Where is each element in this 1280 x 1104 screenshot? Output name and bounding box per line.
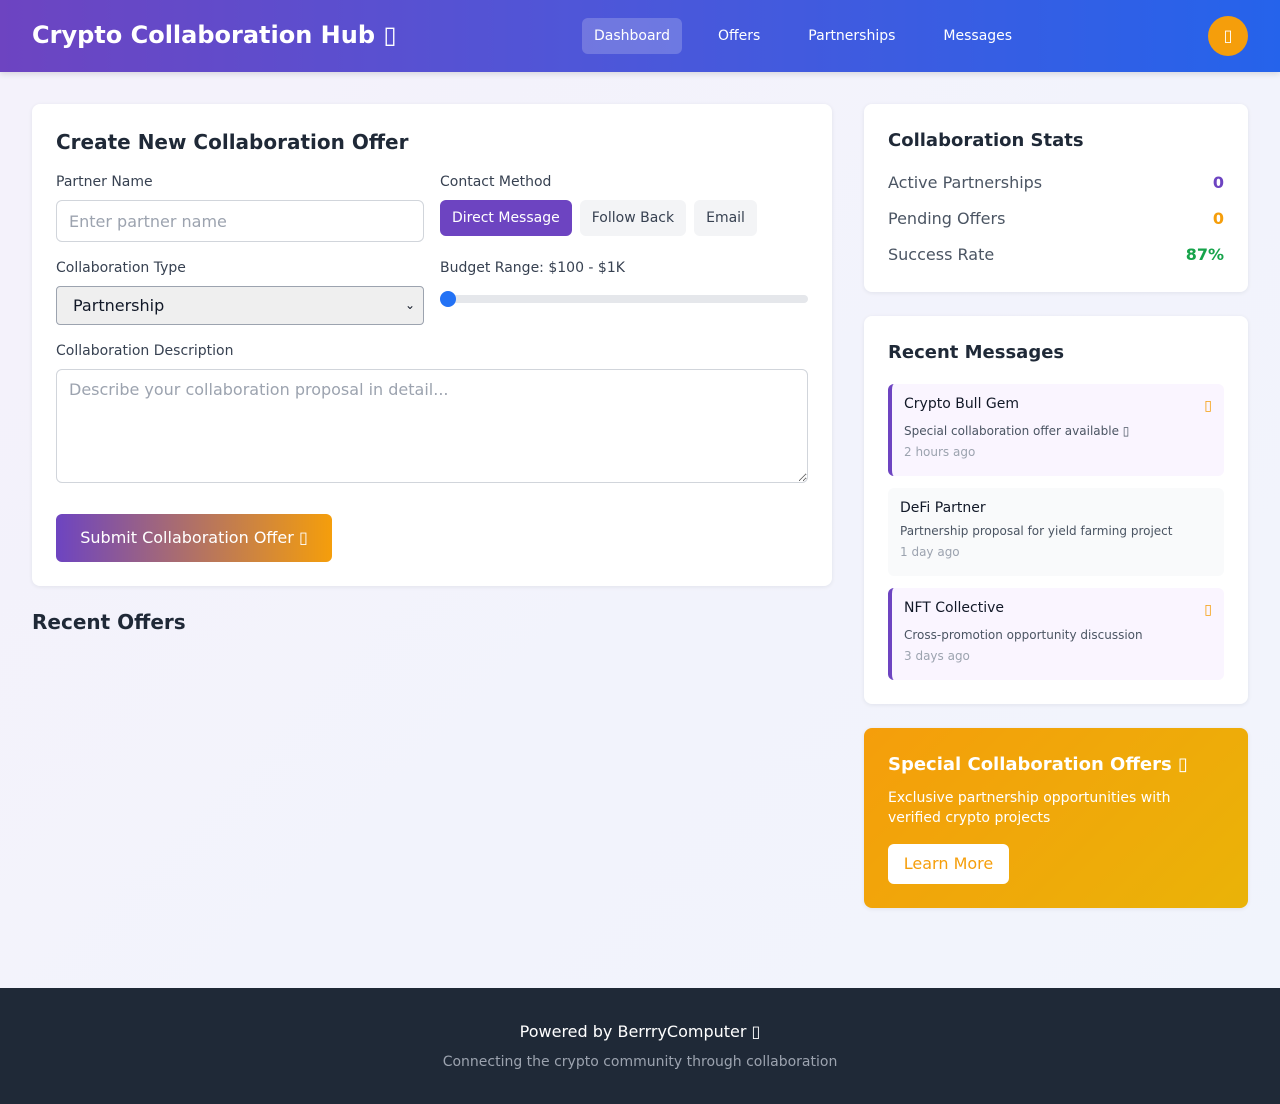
contact-method-group: Direct Message Follow Back Email xyxy=(440,200,757,236)
submit-offer-button[interactable]: Submit Collaboration Offer ▯ xyxy=(56,514,332,562)
budget-slider-thumb[interactable] xyxy=(440,291,456,307)
unread-indicator-icon: ▯ xyxy=(1204,602,1212,618)
special-offers-card: Special Collaboration Offers ▯ Exclusive… xyxy=(864,728,1248,908)
collaboration-type-select[interactable]: Partnership ⌄ xyxy=(56,286,424,325)
message-preview: Special collaboration offer available ▯ xyxy=(904,424,1130,438)
stat-label: Active Partnerships xyxy=(888,173,1043,192)
stat-success-rate: Success Rate 87% xyxy=(888,243,1224,267)
nav-partnerships[interactable]: Partnerships xyxy=(796,18,907,54)
collaboration-type-value: Partnership xyxy=(73,296,165,315)
stat-pending-offers: Pending Offers 0 xyxy=(888,207,1224,231)
contact-method-label: Contact Method xyxy=(440,174,552,190)
budget-range-slider[interactable] xyxy=(440,291,808,307)
message-preview: Cross-promotion opportunity discussion xyxy=(904,628,1143,642)
nav-messages[interactable]: Messages xyxy=(931,18,1024,54)
message-time: 3 days ago xyxy=(904,649,970,663)
partner-name-input[interactable] xyxy=(56,200,424,242)
message-preview: Partnership proposal for yield farming p… xyxy=(900,524,1173,538)
contact-direct-message-button[interactable]: Direct Message xyxy=(440,200,572,236)
message-sender: Crypto Bull Gem xyxy=(904,396,1020,412)
message-item[interactable]: NFT Collective Cross-promotion opportuni… xyxy=(888,588,1224,680)
partner-name-label: Partner Name xyxy=(56,174,153,190)
message-item[interactable]: Crypto Bull Gem Special collaboration of… xyxy=(888,384,1224,476)
message-sender: DeFi Partner xyxy=(900,500,986,516)
promo-text: Exclusive partnership opportunities with… xyxy=(888,790,1171,826)
offer-form-card: Create New Collaboration Offer Partner N… xyxy=(32,104,832,586)
message-time: 1 day ago xyxy=(900,545,960,559)
stat-label: Success Rate xyxy=(888,245,995,264)
message-sender: NFT Collective xyxy=(904,600,1004,616)
stats-title: Collaboration Stats xyxy=(888,130,1084,151)
stat-value: 0 xyxy=(1212,209,1224,228)
recent-offers-title: Recent Offers xyxy=(32,610,186,634)
user-avatar-button[interactable]: ▯ xyxy=(1208,16,1248,56)
top-navbar: Crypto Collaboration Hub ▯ Dashboard Off… xyxy=(0,0,1280,72)
stat-value: 87% xyxy=(1185,245,1224,264)
budget-range-label: Budget Range: $100 - $1K xyxy=(440,260,625,276)
stats-card: Collaboration Stats Active Partnerships … xyxy=(864,104,1248,292)
stat-label: Pending Offers xyxy=(888,209,1006,228)
collaboration-type-label: Collaboration Type xyxy=(56,260,186,276)
footer-powered-by: Powered by BerrryComputer ▯ xyxy=(519,1022,761,1041)
nav-dashboard[interactable]: Dashboard xyxy=(582,18,682,54)
learn-more-button[interactable]: Learn More xyxy=(888,844,1009,884)
description-label: Collaboration Description xyxy=(56,343,234,359)
recent-messages-card: Recent Messages Crypto Bull Gem Special … xyxy=(864,316,1248,704)
promo-title: Special Collaboration Offers ▯ xyxy=(888,754,1188,775)
chevron-down-icon: ⌄ xyxy=(404,298,415,312)
unread-indicator-icon: ▯ xyxy=(1204,398,1212,414)
stat-active-partnerships: Active Partnerships 0 xyxy=(888,171,1224,195)
offer-form-title: Create New Collaboration Offer xyxy=(56,130,409,154)
stat-value: 0 xyxy=(1212,173,1224,192)
messages-title: Recent Messages xyxy=(888,342,1065,363)
contact-follow-back-button[interactable]: Follow Back xyxy=(579,200,687,236)
footer: Powered by BerrryComputer ▯ Connecting t… xyxy=(0,988,1280,1104)
message-item[interactable]: DeFi Partner Partnership proposal for yi… xyxy=(888,488,1224,576)
description-textarea[interactable] xyxy=(56,369,808,483)
nav-offers[interactable]: Offers xyxy=(706,18,772,54)
message-time: 2 hours ago xyxy=(904,445,976,459)
app-title: Crypto Collaboration Hub ▯ xyxy=(32,21,397,49)
contact-email-button[interactable]: Email xyxy=(694,200,757,236)
footer-tagline: Connecting the crypto community through … xyxy=(442,1054,838,1070)
main-nav: Dashboard Offers Partnerships Messages xyxy=(582,18,1024,54)
